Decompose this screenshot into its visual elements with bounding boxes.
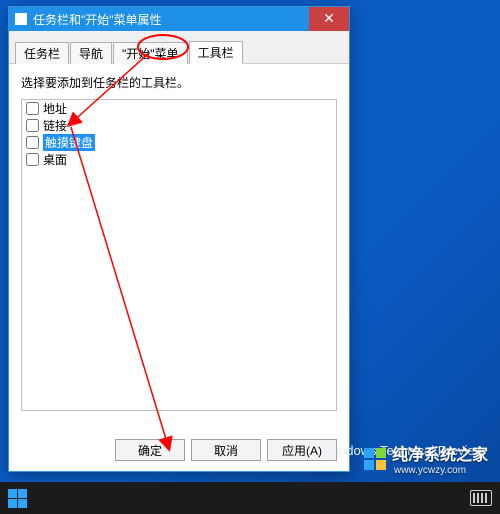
- list-item-label: 桌面: [43, 151, 67, 168]
- list-item[interactable]: 链接: [22, 117, 336, 134]
- toolbars-listbox[interactable]: 地址 链接 触摸键盘 桌面: [21, 99, 337, 411]
- instruction-text: 选择要添加到任务栏的工具栏。: [21, 74, 337, 91]
- tab-strip: 任务栏 导航 "开始"菜单 工具栏: [9, 31, 349, 64]
- checkbox-address[interactable]: [26, 102, 39, 115]
- window-title: 任务栏和"开始"菜单属性: [33, 11, 309, 28]
- checkbox-touch-keyboard[interactable]: [26, 136, 39, 149]
- brand-watermark: 纯净系统之家 www.ycwzy.com: [364, 441, 488, 476]
- list-item[interactable]: 触摸键盘: [22, 134, 336, 151]
- brand-sub-text: www.ycwzy.com: [394, 465, 488, 476]
- list-item-label: 链接: [43, 117, 67, 134]
- title-bar[interactable]: 任务栏和"开始"菜单属性 ✕: [9, 7, 349, 31]
- checkbox-links[interactable]: [26, 119, 39, 132]
- dialog-button-row: 确定 取消 应用(A): [115, 439, 337, 461]
- brand-logo-icon: [364, 448, 386, 470]
- taskbar-properties-dialog: 任务栏和"开始"菜单属性 ✕ 任务栏 导航 "开始"菜单 工具栏 选择要添加到任…: [8, 6, 350, 472]
- window-icon: [15, 13, 27, 25]
- list-item[interactable]: 地址: [22, 100, 336, 117]
- list-item-label: 触摸键盘: [43, 134, 95, 151]
- list-item[interactable]: 桌面: [22, 151, 336, 168]
- tab-toolbars[interactable]: 工具栏: [189, 41, 243, 64]
- taskbar[interactable]: [0, 482, 500, 514]
- dialog-body: 选择要添加到任务栏的工具栏。 地址 链接 触摸键盘 桌面: [9, 64, 349, 434]
- cancel-button[interactable]: 取消: [191, 439, 261, 461]
- start-button[interactable]: [8, 489, 27, 508]
- system-tray[interactable]: [470, 490, 492, 506]
- tab-taskbar[interactable]: 任务栏: [15, 42, 69, 64]
- list-item-label: 地址: [43, 100, 67, 117]
- tab-start-menu[interactable]: "开始"菜单: [113, 42, 188, 64]
- tab-navigation[interactable]: 导航: [70, 42, 112, 64]
- touch-keyboard-icon[interactable]: [470, 490, 492, 506]
- desktop-background: 任务栏和"开始"菜单属性 ✕ 任务栏 导航 "开始"菜单 工具栏 选择要添加到任…: [0, 0, 500, 514]
- brand-main-text: 纯净系统之家: [392, 441, 488, 465]
- ok-button[interactable]: 确定: [115, 439, 185, 461]
- close-button[interactable]: ✕: [309, 7, 349, 31]
- checkbox-desktop[interactable]: [26, 153, 39, 166]
